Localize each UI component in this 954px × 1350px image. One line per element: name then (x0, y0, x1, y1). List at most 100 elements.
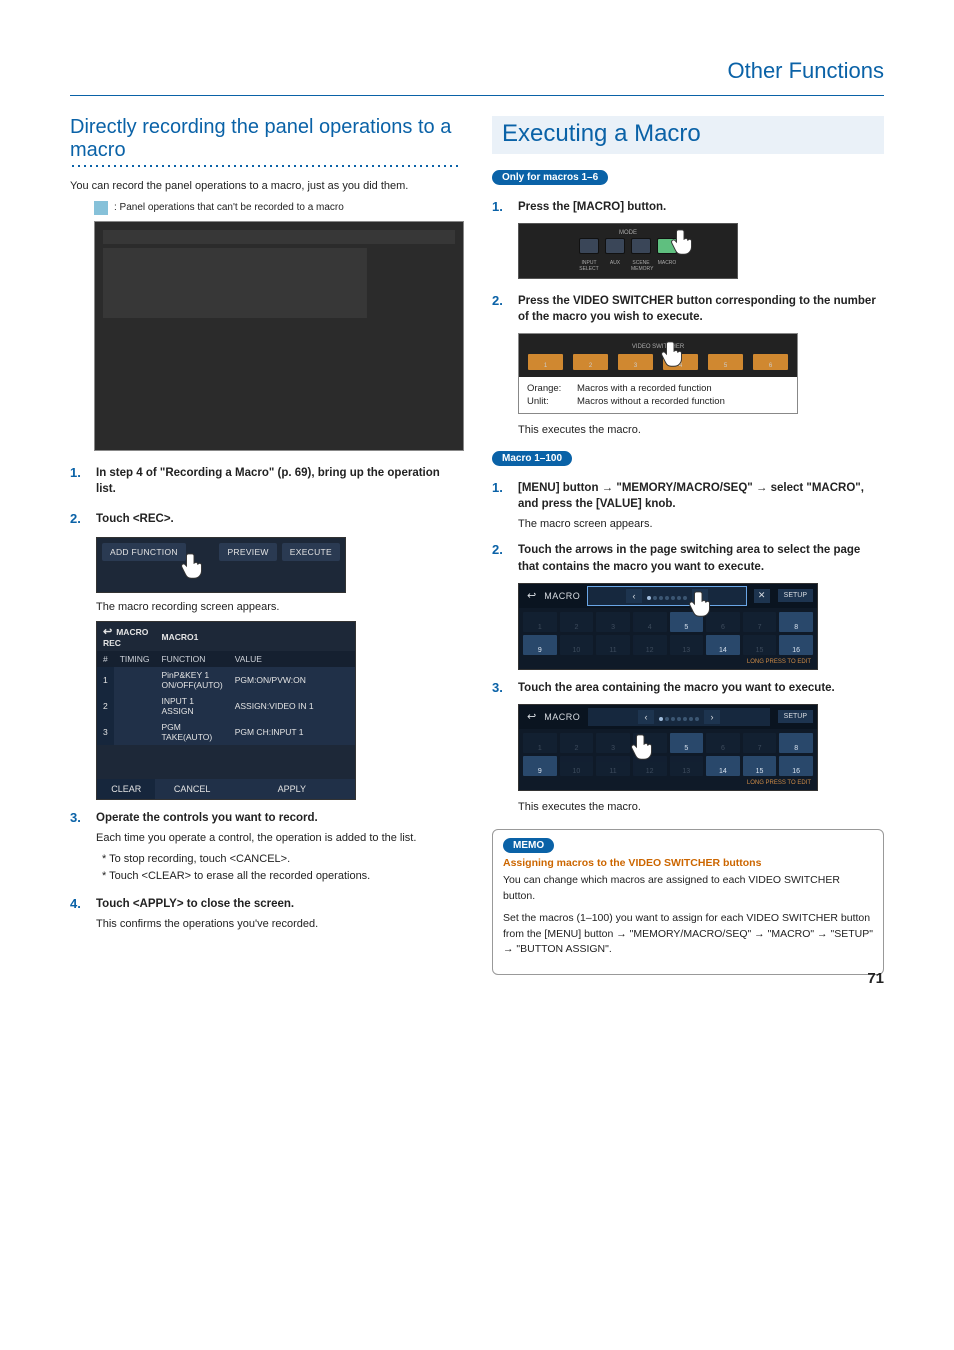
macro-cell[interactable]: 2 (560, 612, 594, 632)
table-row[interactable]: 2 INPUT 1 ASSIGN ASSIGN:VIDEO IN 1 (97, 693, 356, 719)
b-step3-title: Touch the area containing the macro you … (518, 680, 884, 696)
col-hash: # (97, 651, 114, 667)
macro-cell[interactable]: 12 (633, 756, 667, 776)
macro-cell[interactable]: 2 (560, 733, 594, 753)
macro-cell[interactable]: 14 (706, 756, 740, 776)
arrow-icon: → (503, 943, 514, 955)
step3-bullet2: * Touch <CLEAR> to erase all the recorde… (102, 868, 462, 886)
macro-cell[interactable]: 13 (670, 635, 704, 655)
step3-title: Operate the controls you want to record. (96, 810, 462, 826)
macro-cell[interactable]: 11 (596, 635, 630, 655)
mode-input-select[interactable] (579, 238, 599, 254)
setup-button[interactable]: SETUP (778, 589, 813, 602)
macro-cell[interactable]: 6 (706, 612, 740, 632)
table-row[interactable]: 3 PGM TAKE(AUTO) PGM CH:INPUT 1 (97, 719, 356, 745)
step1-num: 1. (70, 465, 88, 501)
col-timing: TIMING (114, 651, 156, 667)
sw-btn-1[interactable]: 1 (527, 353, 564, 371)
macro-rec-table: MACRO REC MACRO1 # TIMING FUNCTION VALUE… (96, 621, 356, 800)
macro-cell[interactable]: 14 (706, 635, 740, 655)
close-icon[interactable]: ✕ (754, 589, 770, 603)
clear-button[interactable]: CLEAR (97, 779, 156, 800)
b-step1-num: 1. (492, 480, 510, 533)
legend-swatch (94, 201, 108, 215)
hardware-panel-image (94, 221, 464, 451)
macro-cell[interactable]: 12 (633, 635, 667, 655)
macro-cell[interactable]: 5 (670, 612, 704, 632)
header-section: Other Functions (727, 58, 884, 84)
cap-orange-label: Orange: (527, 383, 577, 394)
mode-scene-memory[interactable] (631, 238, 651, 254)
table-row[interactable]: 1 PinP&KEY 1 ON/OFF(AUTO) PGM:ON/PVW:ON (97, 667, 356, 693)
page-prev[interactable]: ‹ (638, 710, 654, 724)
macro-cell[interactable]: 11 (596, 756, 630, 776)
sw-btn-5[interactable]: 5 (707, 353, 744, 371)
step2-title: Touch <REC>. (96, 511, 462, 527)
header-rule (70, 95, 884, 96)
sw-btn-6[interactable]: 6 (752, 353, 789, 371)
add-function-button[interactable]: ADD FUNCTION (102, 543, 186, 561)
a-step2-title: Press the VIDEO SWITCHER button correspo… (518, 293, 884, 325)
macro-rec-title-left: MACRO REC (97, 622, 156, 652)
video-switcher-strip: VIDEO SWITCHER 1 2 3 4 5 6 Orange: Macro… (518, 333, 798, 414)
mode-aux[interactable] (605, 238, 625, 254)
macro-foot: LONG PRESS TO EDIT (519, 780, 817, 790)
step1-title: In step 4 of "Recording a Macro" (p. 69)… (96, 465, 462, 497)
macro-cell[interactable]: 9 (523, 756, 557, 776)
macro-page-selector-2: ↩ MACRO ‹ › SETUP 1 2 3 4 5 6 7 8 9 10 (518, 704, 818, 791)
b-step1-title: [MENU] button → "MEMORY/MACRO/SEQ" → sel… (518, 480, 884, 512)
macro-cell[interactable]: 5 (670, 733, 704, 753)
page-dots (646, 589, 688, 603)
macro-cell[interactable]: 6 (706, 733, 740, 753)
page-next[interactable]: › (692, 589, 708, 603)
macro-cell[interactable]: 7 (743, 612, 777, 632)
macro-cell[interactable]: 8 (779, 733, 813, 753)
page-number: 71 (867, 970, 884, 987)
arrow-icon: → (756, 482, 768, 494)
sw-btn-4[interactable]: 4 (662, 353, 699, 371)
page-prev[interactable]: ‹ (626, 589, 642, 603)
macro-cell[interactable]: 10 (560, 756, 594, 776)
macro-cell[interactable]: 15 (743, 635, 777, 655)
macro-cell[interactable]: 1 (523, 612, 557, 632)
macro-cell[interactable]: 3 (596, 733, 630, 753)
step4-num: 4. (70, 896, 88, 933)
apply-button[interactable]: APPLY (229, 779, 356, 800)
arrow-icon: → (754, 928, 765, 940)
macro-cell[interactable]: 13 (670, 756, 704, 776)
mode-macro[interactable] (657, 238, 677, 254)
macro-cell[interactable]: 8 (779, 612, 813, 632)
execute-button[interactable]: EXECUTE (282, 543, 340, 561)
step3-sub: Each time you operate a control, the ope… (96, 830, 462, 847)
cancel-button[interactable]: CANCEL (155, 779, 228, 800)
arrow-icon: → (817, 928, 828, 940)
page-next[interactable]: › (704, 710, 720, 724)
macro-cell[interactable]: 16 (779, 635, 813, 655)
right-column: Executing a Macro Only for macros 1–6 1.… (492, 116, 884, 975)
right-title: Executing a Macro (492, 116, 884, 154)
macro-cell[interactable]: 16 (779, 756, 813, 776)
pill-macro-1-100: Macro 1–100 (492, 451, 572, 466)
setup-button[interactable]: SETUP (778, 710, 813, 723)
col-value: VALUE (229, 651, 356, 667)
macro-cell[interactable]: 3 (596, 612, 630, 632)
macro-cell[interactable]: 15 (743, 756, 777, 776)
sw-btn-2[interactable]: 2 (572, 353, 609, 371)
memo-p1: You can change which macros are assigned… (503, 873, 873, 905)
preview-button[interactable]: PREVIEW (219, 543, 276, 561)
back-icon[interactable]: ↩ (523, 589, 540, 602)
step3-num: 3. (70, 810, 88, 847)
mode-title: MODE (525, 230, 731, 236)
left-intro: You can record the panel operations to a… (70, 178, 462, 195)
macro-cell[interactable]: 4 (633, 733, 667, 753)
macro-cell[interactable]: 9 (523, 635, 557, 655)
sw-btn-3[interactable]: 3 (617, 353, 654, 371)
back-icon[interactable]: ↩ (523, 710, 540, 723)
macro-cell[interactable]: 4 (633, 612, 667, 632)
macro-cell[interactable]: 7 (743, 733, 777, 753)
macro-cell[interactable]: 1 (523, 733, 557, 753)
a-step1-num: 1. (492, 199, 510, 219)
step2-num: 2. (70, 511, 88, 531)
memo-p2: Set the macros (1–100) you want to assig… (503, 911, 873, 958)
macro-cell[interactable]: 10 (560, 635, 594, 655)
